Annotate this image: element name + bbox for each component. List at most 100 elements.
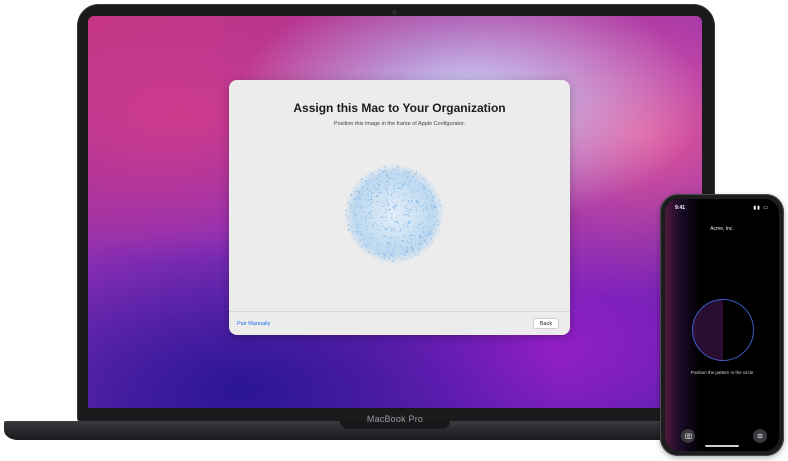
pattern-dot	[410, 186, 412, 188]
pattern-dot	[355, 206, 357, 209]
pattern-dot	[410, 208, 412, 210]
pattern-dot	[430, 206, 432, 208]
pattern-dot	[413, 230, 415, 233]
pattern-dot	[433, 224, 435, 227]
pattern-dot	[434, 223, 436, 225]
pairing-pattern-image	[344, 164, 444, 264]
menu-button[interactable]	[753, 429, 767, 443]
pattern-dot	[363, 246, 365, 248]
pattern-dot	[392, 191, 394, 193]
pattern-dot	[361, 186, 364, 189]
pattern-dot	[419, 205, 421, 207]
pattern-dot	[426, 234, 429, 236]
pattern-dot	[365, 228, 367, 229]
pattern-dot	[407, 248, 409, 251]
pattern-dot	[365, 208, 367, 210]
camera-button[interactable]	[681, 429, 695, 443]
pattern-dot	[359, 230, 361, 233]
pattern-dot	[430, 238, 432, 241]
pattern-dot	[393, 229, 396, 231]
pattern-dot	[367, 217, 369, 219]
pattern-dot	[374, 239, 376, 241]
pattern-dot	[422, 204, 424, 206]
pattern-dot	[422, 177, 425, 180]
pattern-dot	[426, 242, 429, 245]
pattern-dot	[418, 216, 420, 218]
pattern-dot	[420, 231, 422, 232]
pattern-dot	[351, 206, 353, 209]
pattern-dot	[421, 241, 422, 243]
pattern-dot	[355, 213, 357, 215]
pattern-dot	[393, 168, 395, 171]
pattern-dot	[414, 196, 416, 198]
pattern-dot	[406, 194, 408, 196]
pattern-dot	[395, 184, 397, 187]
pattern-dot	[430, 203, 432, 205]
pattern-dot	[385, 216, 387, 218]
pattern-dot	[399, 193, 401, 195]
pattern-dot	[360, 198, 362, 201]
back-button[interactable]: Back	[533, 318, 559, 329]
pattern-dot	[370, 237, 372, 239]
pattern-dot	[367, 193, 369, 196]
pattern-dot	[385, 235, 387, 237]
pattern-dot	[404, 182, 406, 184]
macbook-brand-label: MacBook Pro	[366, 414, 424, 424]
pattern-dot	[368, 221, 371, 223]
organization-name: Acme, Inc.	[710, 226, 734, 232]
pattern-dot	[404, 236, 406, 238]
pattern-dot	[430, 204, 433, 207]
pattern-dot	[366, 188, 368, 190]
pattern-dot	[408, 220, 411, 223]
pattern-dot	[388, 227, 391, 229]
pattern-dot	[387, 184, 389, 186]
pattern-dot	[411, 195, 413, 197]
iphone-notch	[705, 199, 739, 206]
pattern-dot	[422, 189, 424, 191]
pattern-dot	[391, 255, 394, 258]
pattern-dot	[398, 182, 400, 184]
pattern-dot	[429, 230, 432, 233]
pattern-dot	[381, 171, 384, 173]
pattern-dot	[423, 231, 426, 234]
pattern-dot	[409, 183, 410, 184]
pattern-dot	[401, 228, 403, 230]
pattern-dot	[384, 208, 387, 211]
pattern-dot	[388, 237, 390, 239]
pair-manually-link[interactable]: Pair Manually	[237, 321, 270, 327]
pattern-dot	[391, 168, 394, 170]
pattern-dot	[420, 243, 422, 245]
pattern-dot	[359, 239, 362, 241]
pattern-dot	[419, 235, 421, 237]
pattern-dot	[415, 206, 418, 209]
pattern-dot	[376, 238, 379, 240]
pattern-dot	[388, 249, 390, 251]
pattern-dot	[365, 237, 367, 240]
pattern-dot	[360, 233, 363, 235]
pattern-dot	[421, 193, 423, 195]
pattern-dot	[345, 209, 348, 212]
pattern-dot	[415, 210, 418, 212]
pattern-dot	[414, 173, 416, 175]
pattern-dot	[435, 229, 437, 231]
pattern-dot	[370, 198, 373, 201]
pattern-dot	[383, 236, 385, 238]
pattern-dot	[388, 177, 391, 179]
pattern-dot	[385, 173, 388, 176]
pattern-dot	[352, 216, 355, 218]
pattern-dot	[416, 202, 419, 205]
pattern-dot	[395, 168, 397, 170]
pattern-dot	[376, 243, 379, 246]
pattern-dot	[394, 167, 396, 169]
pattern-dot	[377, 187, 380, 189]
pattern-dot	[378, 219, 380, 221]
pattern-dot	[370, 171, 372, 173]
iphone-screen: 9:41 ▮▮ ▭ Acme, Inc. Position the patter…	[665, 199, 779, 451]
pattern-dot	[364, 215, 366, 218]
pattern-dot	[413, 228, 415, 231]
pattern-dot	[352, 232, 355, 235]
pattern-dot	[406, 225, 409, 228]
pattern-dot	[405, 187, 407, 189]
pattern-dot	[433, 195, 436, 197]
pattern-dot	[395, 205, 398, 208]
